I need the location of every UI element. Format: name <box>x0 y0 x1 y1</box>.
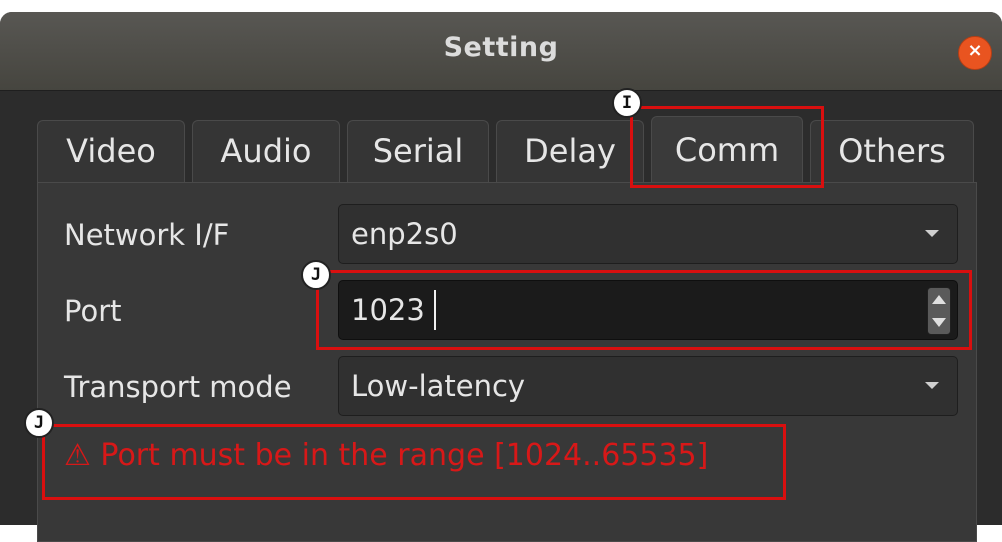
network-if-dropdown[interactable]: enp2s0 <box>338 204 958 264</box>
annotation-marker-j-port: J <box>301 260 331 290</box>
transport-mode-value: Low-latency <box>351 369 526 403</box>
tab-video[interactable]: Video <box>37 120 185 184</box>
title-bar[interactable]: Setting × <box>0 12 1002 91</box>
transport-mode-dropdown[interactable]: Low-latency <box>338 356 958 416</box>
chevron-down-icon <box>925 230 939 237</box>
network-if-label: Network I/F <box>64 218 230 252</box>
network-if-value: enp2s0 <box>351 217 458 251</box>
tab-serial[interactable]: Serial <box>347 120 489 184</box>
highlight-box-error <box>42 424 786 500</box>
window-title: Setting <box>443 32 559 63</box>
annotation-marker-i: I <box>612 88 642 118</box>
chevron-down-icon <box>925 382 939 389</box>
transport-mode-label: Transport mode <box>64 370 292 404</box>
highlight-box-port-field <box>316 270 972 350</box>
annotation-marker-j-error: J <box>24 408 54 438</box>
close-button[interactable]: × <box>958 36 992 70</box>
tab-others[interactable]: Others <box>810 120 974 184</box>
highlight-box-comm-tab <box>630 106 824 188</box>
tab-delay[interactable]: Delay <box>496 120 644 184</box>
port-label: Port <box>64 294 122 328</box>
close-icon: × <box>967 40 983 61</box>
tab-audio[interactable]: Audio <box>192 120 340 184</box>
